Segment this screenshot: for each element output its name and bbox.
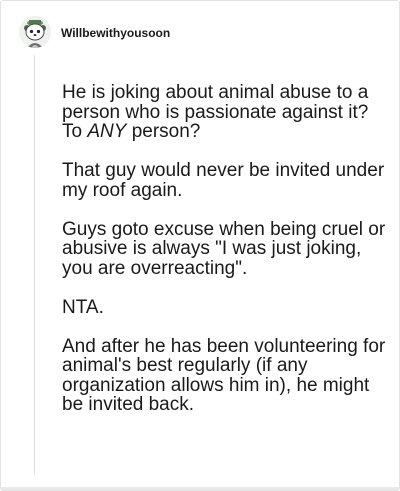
comment-paragraph: And after he has been volunteering for a… (62, 335, 386, 415)
comment-paragraph: NTA. (62, 296, 104, 318)
user-avatar[interactable] (19, 16, 51, 48)
snoo-avatar-icon (19, 16, 51, 48)
comment-username[interactable]: Willbewithyousoon (61, 26, 170, 40)
emphasis-text: ANY (87, 121, 127, 142)
comment-paragraph: Guys goto excuse when being cruel or abu… (62, 218, 386, 279)
comment-paragraph: That guy would never be invited under my… (62, 160, 385, 201)
thread-line[interactable] (34, 55, 35, 475)
comment-body: He is joking about animal abuse to a per… (62, 83, 392, 415)
comment-card: Willbewithyousoon He is joking about ani… (0, 0, 400, 491)
card-bottom-divider (1, 487, 399, 490)
paragraph-text: person? (126, 121, 201, 142)
comment-paragraph: He is joking about animal abuse to a per… (62, 83, 392, 142)
